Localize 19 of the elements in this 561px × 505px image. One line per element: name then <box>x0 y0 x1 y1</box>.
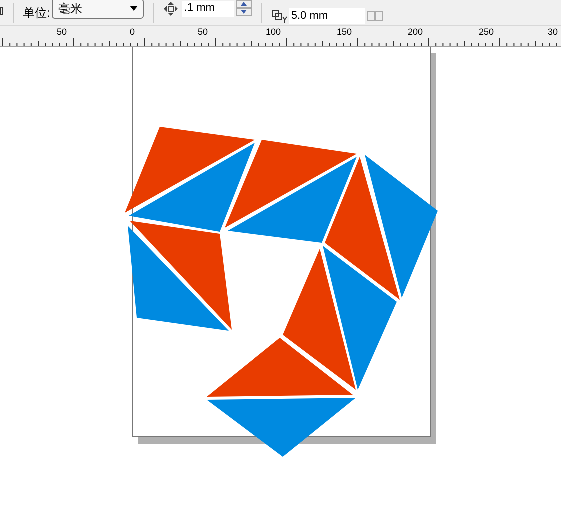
up-arrow-icon <box>241 2 248 6</box>
duplicate-y-field[interactable]: 5.0 mm <box>289 8 366 24</box>
ruler-label: 250 <box>479 27 494 37</box>
ruler-label: 100 <box>266 27 282 37</box>
spin-down-button[interactable] <box>236 8 252 16</box>
unit-label: 单位: <box>23 4 50 22</box>
ruler-label: 50 <box>198 27 208 37</box>
nudge-icon <box>164 2 178 16</box>
ruler-label: 50 <box>57 27 68 37</box>
ruler-label: 30 <box>548 27 558 37</box>
ruler-label: 150 <box>337 27 352 37</box>
spin-up-button[interactable] <box>236 0 252 8</box>
unit-select[interactable]: 毫米 <box>52 0 144 18</box>
nudge-field[interactable]: .1 mm <box>182 0 234 16</box>
duplicate-offset-icon <box>272 10 288 22</box>
ruler-label: 200 <box>408 27 424 37</box>
down-arrow-icon <box>241 10 248 14</box>
caret-icon <box>130 6 138 11</box>
ruler-label: 0 <box>130 27 136 37</box>
